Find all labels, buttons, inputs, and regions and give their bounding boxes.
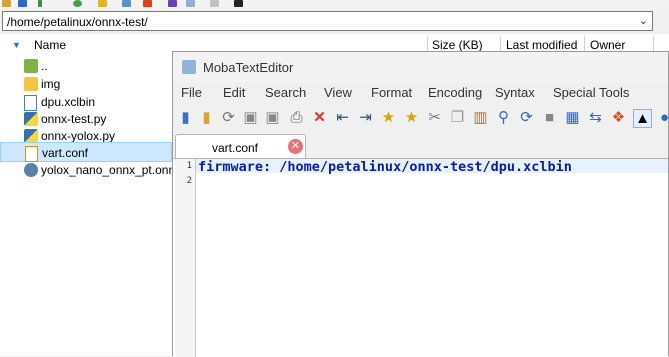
close-tab-icon[interactable]: ✕ <box>288 139 303 154</box>
apple-icon[interactable]: ● <box>656 109 669 126</box>
code-line: firmware: /home/petalinux/onnx-test/dpu.… <box>198 159 572 175</box>
editor-titlebar: MobaTextEditor <box>173 52 668 82</box>
browser-toolbar <box>0 0 669 9</box>
list-item[interactable]: yolox_nano_onnx_pt.onnx <box>22 160 181 180</box>
tab-bar: vart.conf ✕ <box>173 134 668 159</box>
list-item[interactable]: .. <box>22 56 172 76</box>
menu-search[interactable]: Search <box>265 85 306 100</box>
new-file-icon[interactable]: ▮ <box>177 109 194 126</box>
chevron-down-icon[interactable]: ⌄ <box>639 14 648 27</box>
print-icon[interactable]: ⎙ <box>288 109 305 126</box>
folder-icon <box>24 77 38 91</box>
refresh-icon[interactable] <box>73 0 82 7</box>
save-icon[interactable]: ▣ <box>242 109 259 126</box>
python-file-icon <box>24 129 38 143</box>
terminal-icon[interactable] <box>234 0 243 7</box>
replace-icon[interactable]: ⟳ <box>518 109 535 126</box>
menu-encoding[interactable]: Encoding <box>428 85 482 100</box>
find-icon[interactable]: ⚲ <box>495 109 512 126</box>
tab-vart-conf[interactable]: vart.conf ✕ <box>175 134 306 159</box>
info-icon[interactable] <box>38 0 42 7</box>
menu-view[interactable]: View <box>324 85 352 100</box>
copy-icon[interactable]: ❐ <box>449 109 466 126</box>
bookmark-icon[interactable]: ★ <box>380 109 397 126</box>
line-number: 2 <box>186 176 192 186</box>
menu-syntax[interactable]: Syntax <box>495 85 535 100</box>
open-icon[interactable] <box>2 0 11 7</box>
list-item[interactable]: img <box>22 74 172 94</box>
split-view-icon[interactable]: ▦ <box>564 109 581 126</box>
menu-file[interactable]: File <box>181 85 202 100</box>
new-file-icon[interactable] <box>122 0 131 7</box>
transfer-icon[interactable]: ⇆ <box>587 109 604 126</box>
bookmark-next-icon[interactable]: ★ <box>403 109 420 126</box>
menu-format[interactable]: Format <box>371 85 412 100</box>
app-icon <box>182 60 196 74</box>
column-name[interactable]: Name <box>34 34 66 56</box>
rename-icon[interactable] <box>168 0 177 7</box>
menu-edit[interactable]: Edit <box>223 85 245 100</box>
line-number: 1 <box>186 161 192 171</box>
new-folder-icon[interactable] <box>98 0 107 7</box>
save-as-icon[interactable]: ▣ <box>264 109 281 126</box>
indent-icon[interactable]: ⇥ <box>357 109 374 126</box>
onnx-file-icon <box>24 163 38 177</box>
sort-arrow-icon: ▼ <box>12 40 21 50</box>
list-item-selected[interactable]: vart.conf <box>0 142 172 162</box>
tab-label: vart.conf <box>212 141 259 155</box>
cut-icon[interactable]: ✂ <box>426 109 443 126</box>
reload-icon[interactable]: ⟳ <box>220 109 237 126</box>
compare-icon[interactable]: ■ <box>541 109 558 126</box>
text-editor-area[interactable]: 1 2 firmware: /home/petalinux/onnx-test/… <box>173 158 668 357</box>
close-icon[interactable]: ✕ <box>311 109 328 126</box>
menu-special-tools[interactable]: Special Tools <box>553 85 629 100</box>
windows-icon[interactable]: ❖ <box>610 109 627 126</box>
linux-icon[interactable]: ▲ <box>633 109 652 128</box>
paste-icon[interactable]: ▥ <box>472 109 489 126</box>
editor-window: MobaTextEditor File Edit Search View For… <box>172 51 669 357</box>
path-input[interactable]: /home/petalinux/onnx-test/ ⌄ <box>2 11 653 31</box>
editor-title: MobaTextEditor <box>203 60 294 75</box>
outdent-icon[interactable]: ⇤ <box>334 109 351 126</box>
line-number-gutter: 1 2 <box>175 159 196 357</box>
menu-bar: File Edit Search View Format Encoding Sy… <box>173 82 668 104</box>
open-folder-icon[interactable]: ▮ <box>198 109 215 126</box>
folder-up-icon <box>24 59 38 73</box>
view-icon[interactable] <box>186 0 195 7</box>
path-text: /home/petalinux/onnx-test/ <box>7 15 148 29</box>
download-icon[interactable] <box>18 0 27 7</box>
delete-icon[interactable] <box>143 0 152 7</box>
python-file-icon <box>24 112 38 126</box>
editor-toolbar: ▮ ▮ ⟳ ▣ ▣ ⎙ ✕ ⇤ ⇥ ★ ★ ✂ ❐ ▥ ⚲ ⟳ ■ ▦ ⇆ ❖ … <box>173 104 669 132</box>
magic-icon[interactable] <box>210 0 219 7</box>
